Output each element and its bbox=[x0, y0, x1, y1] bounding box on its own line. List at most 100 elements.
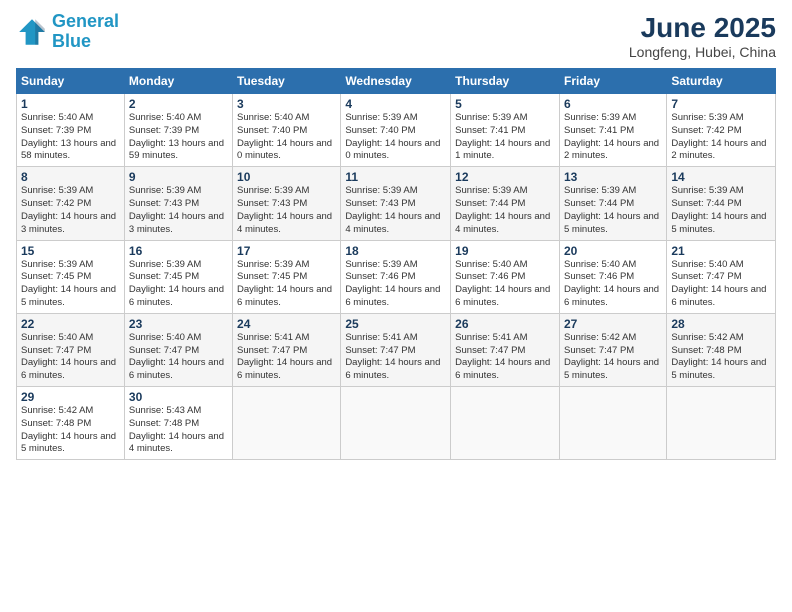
table-row: 24Sunrise: 5:41 AMSunset: 7:47 PMDayligh… bbox=[233, 313, 341, 386]
day-number: 22 bbox=[21, 317, 120, 331]
table-row: 5Sunrise: 5:39 AMSunset: 7:41 PMDaylight… bbox=[451, 94, 560, 167]
table-row: 3Sunrise: 5:40 AMSunset: 7:40 PMDaylight… bbox=[233, 94, 341, 167]
day-number: 6 bbox=[564, 97, 662, 111]
day-info: Sunrise: 5:39 AMSunset: 7:44 PMDaylight:… bbox=[455, 185, 555, 236]
col-tuesday: Tuesday bbox=[233, 69, 341, 94]
day-number: 4 bbox=[345, 97, 446, 111]
day-number: 26 bbox=[455, 317, 555, 331]
table-row: 16Sunrise: 5:39 AMSunset: 7:45 PMDayligh… bbox=[124, 240, 232, 313]
day-info: Sunrise: 5:39 AMSunset: 7:40 PMDaylight:… bbox=[345, 112, 446, 163]
table-row: 10Sunrise: 5:39 AMSunset: 7:43 PMDayligh… bbox=[233, 167, 341, 240]
header-row: Sunday Monday Tuesday Wednesday Thursday… bbox=[17, 69, 776, 94]
table-row: 23Sunrise: 5:40 AMSunset: 7:47 PMDayligh… bbox=[124, 313, 232, 386]
logo-text: General Blue bbox=[52, 12, 119, 52]
table-row: 22Sunrise: 5:40 AMSunset: 7:47 PMDayligh… bbox=[17, 313, 125, 386]
day-info: Sunrise: 5:39 AMSunset: 7:43 PMDaylight:… bbox=[129, 185, 228, 236]
table-row: 19Sunrise: 5:40 AMSunset: 7:46 PMDayligh… bbox=[451, 240, 560, 313]
day-number: 1 bbox=[21, 97, 120, 111]
day-number: 2 bbox=[129, 97, 228, 111]
day-number: 24 bbox=[237, 317, 336, 331]
day-info: Sunrise: 5:39 AMSunset: 7:43 PMDaylight:… bbox=[237, 185, 336, 236]
day-info: Sunrise: 5:39 AMSunset: 7:45 PMDaylight:… bbox=[129, 259, 228, 310]
day-info: Sunrise: 5:40 AMSunset: 7:39 PMDaylight:… bbox=[129, 112, 228, 163]
logo-icon bbox=[16, 16, 48, 48]
day-info: Sunrise: 5:40 AMSunset: 7:39 PMDaylight:… bbox=[21, 112, 120, 163]
table-row bbox=[341, 387, 451, 460]
day-info: Sunrise: 5:39 AMSunset: 7:41 PMDaylight:… bbox=[564, 112, 662, 163]
table-row: 20Sunrise: 5:40 AMSunset: 7:46 PMDayligh… bbox=[559, 240, 666, 313]
col-thursday: Thursday bbox=[451, 69, 560, 94]
table-row: 7Sunrise: 5:39 AMSunset: 7:42 PMDaylight… bbox=[667, 94, 776, 167]
col-sunday: Sunday bbox=[17, 69, 125, 94]
table-row: 11Sunrise: 5:39 AMSunset: 7:43 PMDayligh… bbox=[341, 167, 451, 240]
table-row: 26Sunrise: 5:41 AMSunset: 7:47 PMDayligh… bbox=[451, 313, 560, 386]
day-number: 29 bbox=[21, 390, 120, 404]
table-row: 21Sunrise: 5:40 AMSunset: 7:47 PMDayligh… bbox=[667, 240, 776, 313]
day-info: Sunrise: 5:40 AMSunset: 7:46 PMDaylight:… bbox=[564, 259, 662, 310]
table-row: 17Sunrise: 5:39 AMSunset: 7:45 PMDayligh… bbox=[233, 240, 341, 313]
table-row bbox=[233, 387, 341, 460]
col-saturday: Saturday bbox=[667, 69, 776, 94]
day-info: Sunrise: 5:40 AMSunset: 7:47 PMDaylight:… bbox=[129, 332, 228, 383]
col-wednesday: Wednesday bbox=[341, 69, 451, 94]
day-number: 3 bbox=[237, 97, 336, 111]
table-row bbox=[559, 387, 666, 460]
day-number: 23 bbox=[129, 317, 228, 331]
table-row bbox=[451, 387, 560, 460]
day-info: Sunrise: 5:41 AMSunset: 7:47 PMDaylight:… bbox=[345, 332, 446, 383]
logo-blue: Blue bbox=[52, 32, 119, 52]
table-row: 2Sunrise: 5:40 AMSunset: 7:39 PMDaylight… bbox=[124, 94, 232, 167]
day-info: Sunrise: 5:40 AMSunset: 7:46 PMDaylight:… bbox=[455, 259, 555, 310]
table-row: 8Sunrise: 5:39 AMSunset: 7:42 PMDaylight… bbox=[17, 167, 125, 240]
day-info: Sunrise: 5:39 AMSunset: 7:42 PMDaylight:… bbox=[21, 185, 120, 236]
day-number: 17 bbox=[237, 244, 336, 258]
day-info: Sunrise: 5:39 AMSunset: 7:45 PMDaylight:… bbox=[21, 259, 120, 310]
day-info: Sunrise: 5:39 AMSunset: 7:46 PMDaylight:… bbox=[345, 259, 446, 310]
title-block: June 2025 Longfeng, Hubei, China bbox=[629, 12, 776, 60]
table-row bbox=[667, 387, 776, 460]
table-row: 27Sunrise: 5:42 AMSunset: 7:47 PMDayligh… bbox=[559, 313, 666, 386]
day-number: 7 bbox=[671, 97, 771, 111]
day-number: 28 bbox=[671, 317, 771, 331]
subtitle: Longfeng, Hubei, China bbox=[629, 44, 776, 60]
day-number: 20 bbox=[564, 244, 662, 258]
day-info: Sunrise: 5:39 AMSunset: 7:41 PMDaylight:… bbox=[455, 112, 555, 163]
day-info: Sunrise: 5:43 AMSunset: 7:48 PMDaylight:… bbox=[129, 405, 228, 456]
day-info: Sunrise: 5:40 AMSunset: 7:47 PMDaylight:… bbox=[671, 259, 771, 310]
table-row: 14Sunrise: 5:39 AMSunset: 7:44 PMDayligh… bbox=[667, 167, 776, 240]
day-number: 21 bbox=[671, 244, 771, 258]
day-number: 14 bbox=[671, 170, 771, 184]
day-info: Sunrise: 5:39 AMSunset: 7:44 PMDaylight:… bbox=[671, 185, 771, 236]
day-info: Sunrise: 5:39 AMSunset: 7:43 PMDaylight:… bbox=[345, 185, 446, 236]
day-info: Sunrise: 5:40 AMSunset: 7:40 PMDaylight:… bbox=[237, 112, 336, 163]
day-number: 13 bbox=[564, 170, 662, 184]
table-row: 6Sunrise: 5:39 AMSunset: 7:41 PMDaylight… bbox=[559, 94, 666, 167]
day-info: Sunrise: 5:39 AMSunset: 7:42 PMDaylight:… bbox=[671, 112, 771, 163]
day-number: 30 bbox=[129, 390, 228, 404]
main-title: June 2025 bbox=[629, 12, 776, 44]
header: General Blue June 2025 Longfeng, Hubei, … bbox=[16, 12, 776, 60]
day-info: Sunrise: 5:39 AMSunset: 7:45 PMDaylight:… bbox=[237, 259, 336, 310]
day-info: Sunrise: 5:42 AMSunset: 7:48 PMDaylight:… bbox=[21, 405, 120, 456]
table-row: 30Sunrise: 5:43 AMSunset: 7:48 PMDayligh… bbox=[124, 387, 232, 460]
table-row: 29Sunrise: 5:42 AMSunset: 7:48 PMDayligh… bbox=[17, 387, 125, 460]
table-row: 25Sunrise: 5:41 AMSunset: 7:47 PMDayligh… bbox=[341, 313, 451, 386]
calendar: Sunday Monday Tuesday Wednesday Thursday… bbox=[16, 68, 776, 460]
day-number: 19 bbox=[455, 244, 555, 258]
logo: General Blue bbox=[16, 12, 119, 52]
day-info: Sunrise: 5:39 AMSunset: 7:44 PMDaylight:… bbox=[564, 185, 662, 236]
logo-general: General bbox=[52, 11, 119, 31]
day-number: 8 bbox=[21, 170, 120, 184]
day-number: 16 bbox=[129, 244, 228, 258]
day-info: Sunrise: 5:41 AMSunset: 7:47 PMDaylight:… bbox=[237, 332, 336, 383]
day-number: 5 bbox=[455, 97, 555, 111]
day-number: 27 bbox=[564, 317, 662, 331]
table-row: 18Sunrise: 5:39 AMSunset: 7:46 PMDayligh… bbox=[341, 240, 451, 313]
day-number: 25 bbox=[345, 317, 446, 331]
table-row: 9Sunrise: 5:39 AMSunset: 7:43 PMDaylight… bbox=[124, 167, 232, 240]
table-row: 1Sunrise: 5:40 AMSunset: 7:39 PMDaylight… bbox=[17, 94, 125, 167]
day-number: 12 bbox=[455, 170, 555, 184]
day-number: 9 bbox=[129, 170, 228, 184]
table-row: 15Sunrise: 5:39 AMSunset: 7:45 PMDayligh… bbox=[17, 240, 125, 313]
page: General Blue June 2025 Longfeng, Hubei, … bbox=[0, 0, 792, 612]
